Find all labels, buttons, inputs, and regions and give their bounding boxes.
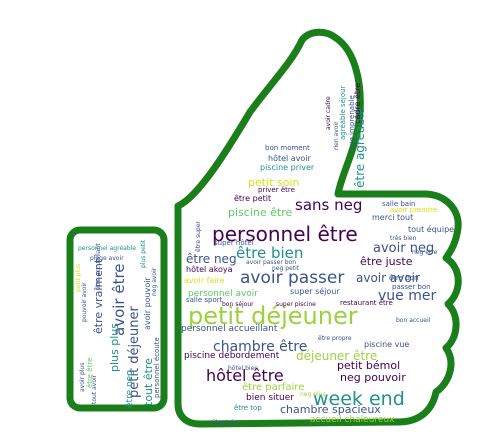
word: bon accueil [396, 317, 431, 324]
word: neg avoir [151, 267, 158, 296]
word: être accueillant [95, 243, 102, 290]
word: piscine débordement [184, 350, 280, 361]
word: être neg [186, 252, 237, 266]
word: passer bon [392, 283, 431, 291]
word: bien situer [246, 393, 294, 403]
word: salle sport [186, 296, 223, 304]
word: agréable séjour [339, 85, 347, 140]
word: plus plus [108, 323, 121, 372]
word: personnel agréable [78, 245, 136, 252]
word: salle bain [382, 200, 415, 208]
word: piscine vue [364, 340, 409, 349]
word: hôtel bien [228, 365, 258, 372]
word: être bon [389, 274, 418, 282]
word: hôtel avoir [268, 153, 312, 163]
word: piscine être [228, 206, 292, 219]
word: rien avoir [333, 121, 340, 150]
word: être super [195, 221, 202, 252]
word: être propre [318, 335, 352, 342]
word: être parfaire [242, 381, 304, 393]
word: petit plus [75, 264, 82, 292]
word: personnel écoute [153, 337, 161, 398]
word: neg être [412, 249, 438, 256]
word: sans neg [295, 196, 362, 214]
word: neg pouvoir [340, 371, 406, 384]
word: restaurant être [340, 299, 393, 307]
word: petit bémol [337, 359, 400, 372]
word: vue imprenable [348, 95, 356, 150]
word: super piscine [276, 301, 316, 308]
word: très bien [390, 235, 417, 242]
word: être petit [234, 193, 271, 203]
word: tout équipe [408, 224, 454, 234]
word: avoir cadre [325, 96, 332, 130]
word: plus petit [140, 239, 147, 268]
word: piscine priver [260, 163, 315, 172]
word: être juste [360, 255, 413, 268]
word: super séjour [290, 286, 340, 296]
word: tout avoir [91, 374, 98, 404]
word: neg plus [300, 391, 326, 398]
word: super hôtel [214, 239, 254, 247]
word: neg petit [272, 265, 300, 272]
word: merci tout [372, 213, 413, 222]
word: être neg [124, 370, 135, 408]
word-cloud-canvas: petit déjeuner personnel être avoir pass… [66, 28, 462, 428]
word: priver être [258, 186, 295, 194]
word: être top [234, 404, 262, 412]
word: avoir plus [79, 363, 86, 392]
word: accueil chaleureux [310, 415, 395, 425]
word: bon séjour [222, 301, 254, 308]
word: avoir faire [184, 276, 225, 285]
word: être très [212, 419, 237, 426]
word: hôtel akoya [186, 264, 233, 274]
word: bon moment [265, 144, 310, 152]
word: pouvoir avoir [81, 282, 88, 322]
word: personnel accueillant [181, 324, 278, 334]
